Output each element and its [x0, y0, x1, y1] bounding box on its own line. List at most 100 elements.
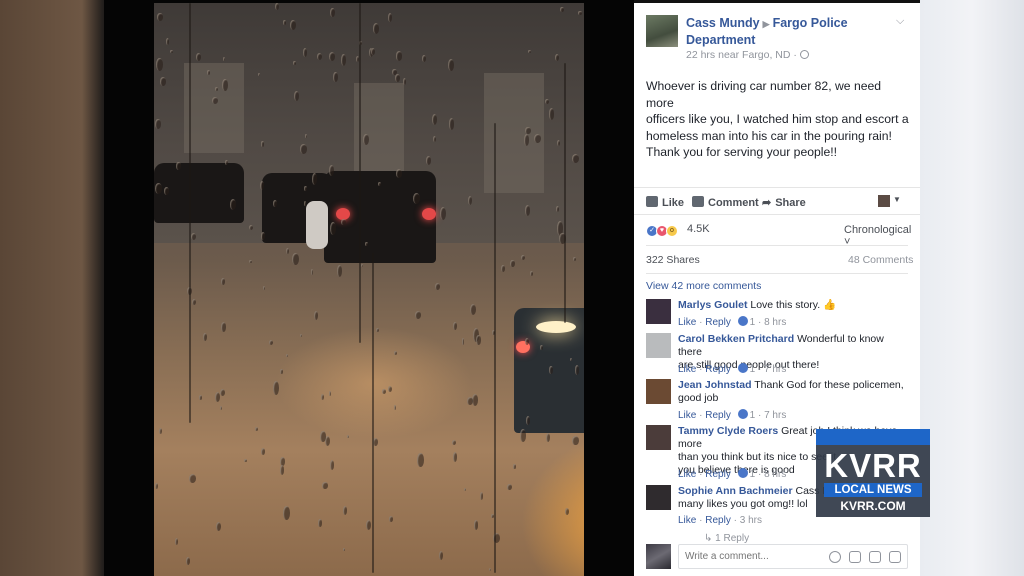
comment-input[interactable] — [685, 551, 825, 562]
raindrop — [434, 283, 440, 290]
commenter-name[interactable]: Sophie Ann Bachmeier — [678, 485, 793, 497]
raindrop — [364, 242, 368, 246]
raindrop — [155, 119, 161, 130]
raindrop — [154, 182, 162, 194]
raindrop — [329, 52, 336, 61]
reaction-count[interactable]: 4.5K — [687, 223, 710, 235]
kvrr-watermark: KVRR LOCAL NEWS KVRR.COM — [816, 429, 930, 517]
raindrop — [279, 464, 285, 475]
raindrop — [229, 199, 236, 210]
comment-time[interactable]: 3 hrs — [740, 515, 762, 526]
comment-like-link[interactable]: Like — [678, 515, 696, 526]
raindrop — [337, 265, 343, 277]
comment-like-count[interactable]: 1 — [750, 317, 756, 328]
separator: · — [757, 317, 762, 328]
commenter-avatar[interactable] — [646, 485, 671, 510]
raindrop — [330, 7, 335, 18]
raindrop — [260, 448, 266, 455]
comment-time[interactable]: 8 hrs — [764, 469, 786, 480]
building-window — [484, 73, 544, 193]
author-name-link[interactable]: Cass Mundy — [686, 16, 760, 30]
commenter-avatar[interactable] — [646, 333, 671, 358]
share-button[interactable]: ➦ Share — [762, 196, 806, 209]
post-meta-text: 22 hrs near Fargo, ND · — [686, 49, 797, 61]
raindrop — [453, 321, 457, 330]
comment-like-count[interactable]: 1 — [750, 410, 756, 421]
watermark-url: KVRR.COM — [840, 499, 906, 513]
comment-text: many likes you got omg!! lol — [678, 498, 808, 510]
rain-streak — [564, 63, 566, 323]
sticker-icon[interactable] — [889, 551, 901, 563]
comment-like-link[interactable]: Like — [678, 469, 696, 480]
like-button[interactable]: Like — [646, 196, 684, 209]
comment-reply-link[interactable]: Reply — [705, 515, 731, 526]
comment-body: Jean Johnstad Thank God for these police… — [678, 379, 908, 405]
share-arrow-icon: ➦ — [762, 197, 772, 209]
watermark-subtitle: LOCAL NEWS — [834, 484, 912, 496]
commenter-name[interactable]: Tammy Clyde Roers — [678, 425, 778, 437]
emoji-icon[interactable] — [829, 551, 841, 563]
raindrop — [523, 134, 529, 146]
commenter-name[interactable]: Carol Bekken Pritchard — [678, 333, 794, 345]
commenter-avatar[interactable] — [646, 379, 671, 404]
camera-icon[interactable] — [849, 551, 861, 563]
like-badge-icon — [737, 316, 748, 326]
raindrop — [381, 388, 386, 395]
comment-like-link[interactable]: Like — [678, 364, 696, 375]
commenter-name[interactable]: Marlys Goulet — [678, 299, 747, 311]
raindrop — [329, 459, 335, 470]
shares-count[interactable]: 322 Shares — [646, 254, 700, 266]
raindrop — [300, 333, 303, 337]
raindrop — [311, 173, 317, 186]
comment-reply-link[interactable]: Reply — [705, 364, 731, 375]
comment-reply-link[interactable]: Reply — [705, 317, 731, 328]
post-as-avatar[interactable] — [878, 195, 890, 207]
raindrop — [366, 519, 372, 531]
building-window — [184, 63, 244, 153]
raindrop — [198, 394, 203, 400]
comment-like-link[interactable]: Like — [678, 410, 696, 421]
raindrop — [322, 482, 328, 490]
commenter-avatar[interactable] — [646, 299, 671, 324]
comments-count[interactable]: 48 Comments — [848, 254, 913, 266]
raindrop — [451, 439, 456, 445]
comment-like-count[interactable]: 1 — [750, 469, 756, 480]
kvrr-logo: KVRR — [824, 447, 922, 484]
view-more-comments-link[interactable]: View 42 more comments — [646, 280, 761, 292]
like-badge-icon — [737, 409, 748, 419]
chevron-down-icon[interactable]: ⌵ — [896, 15, 904, 28]
raindrop — [214, 391, 220, 402]
comment-compose-box[interactable] — [678, 544, 908, 569]
commenter-name[interactable]: Jean Johnstad — [678, 379, 752, 391]
tail-light — [422, 208, 436, 220]
speech-bubble-icon — [692, 196, 704, 207]
raindrop — [328, 165, 334, 176]
comment-reply-link[interactable]: Reply — [705, 469, 731, 480]
comment-like-link[interactable]: Like — [678, 317, 696, 328]
comment-time[interactable]: 7 hrs — [764, 364, 786, 375]
gif-icon[interactable] — [869, 551, 881, 563]
share-label: Share — [775, 197, 806, 209]
raindrop — [395, 51, 403, 61]
raindrop — [244, 458, 247, 463]
view-replies-link[interactable]: ↳ 1 Reply — [704, 533, 749, 544]
raindrop — [476, 335, 481, 345]
comment-actions: Like · Reply · 3 hrs — [678, 515, 762, 526]
divider — [646, 273, 908, 274]
separator: · — [699, 410, 703, 421]
raindrop — [300, 144, 307, 154]
author-avatar[interactable] — [646, 15, 678, 47]
comment-button[interactable]: Comment — [692, 196, 759, 209]
wow-reaction-icon: o — [666, 225, 678, 237]
raindrop — [488, 568, 491, 571]
raindrop — [395, 73, 400, 82]
comment-time[interactable]: 8 hrs — [764, 317, 786, 328]
comment-time[interactable]: 7 hrs — [764, 410, 786, 421]
blurred-background-right — [920, 0, 1024, 576]
commenter-avatar[interactable] — [646, 425, 671, 450]
comment-reply-link[interactable]: Reply — [705, 410, 731, 421]
comment-like-count[interactable]: 1 — [750, 364, 756, 375]
caret-down-icon[interactable]: ▼ — [893, 195, 901, 204]
post-timestamp[interactable]: 22 hrs near Fargo, ND · — [686, 49, 809, 61]
raindrop — [189, 473, 197, 483]
